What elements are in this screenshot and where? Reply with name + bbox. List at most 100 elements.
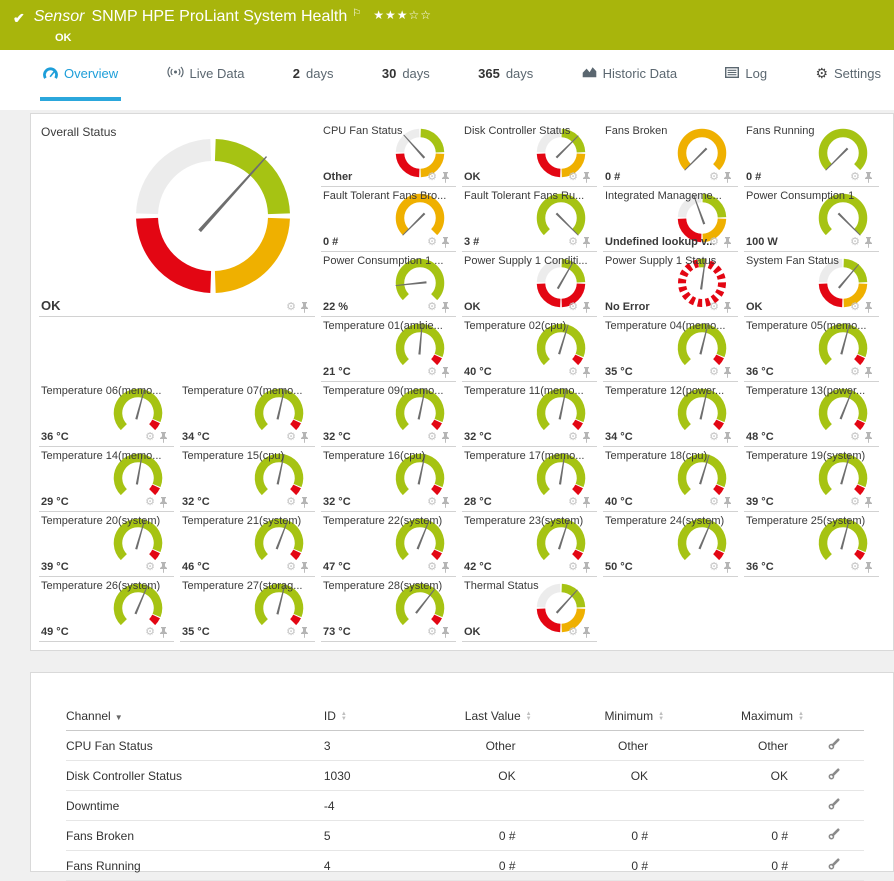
pin-icon[interactable] [864,432,873,443]
gear-icon[interactable]: ⚙ [568,302,578,313]
column-header-id[interactable]: ID▲▼ [324,703,383,731]
tab-settings[interactable]: ⚙Settings [812,50,884,101]
pin-icon[interactable] [864,237,873,248]
pin-icon[interactable] [864,497,873,508]
flag-icon[interactable]: ⚐ [352,4,361,24]
pin-icon[interactable] [582,367,591,378]
pin-icon[interactable] [441,237,450,248]
pin-icon[interactable] [159,432,168,443]
gear-icon[interactable]: ⚙ [427,302,437,313]
pin-icon[interactable] [723,562,732,573]
channel-settings-icon[interactable] [828,828,840,840]
gear-icon[interactable]: ⚙ [709,432,719,443]
gear-icon[interactable]: ⚙ [568,562,578,573]
channel-settings-icon[interactable] [828,738,840,750]
gear-icon[interactable]: ⚙ [427,367,437,378]
gear-icon[interactable]: ⚙ [850,237,860,248]
pin-icon[interactable] [441,627,450,638]
gear-icon[interactable]: ⚙ [286,432,296,443]
gear-icon[interactable]: ⚙ [709,497,719,508]
gear-icon[interactable]: ⚙ [850,432,860,443]
gear-icon[interactable]: ⚙ [286,497,296,508]
tab-log[interactable]: Log [722,50,770,101]
pin-icon[interactable] [723,497,732,508]
pin-icon[interactable] [441,172,450,183]
pin-icon[interactable] [582,562,591,573]
gear-icon[interactable]: ⚙ [427,237,437,248]
pin-icon[interactable] [300,497,309,508]
gear-icon[interactable]: ⚙ [145,497,155,508]
pin-icon[interactable] [723,172,732,183]
tab-live-data[interactable]: Live Data [164,50,248,101]
gear-icon[interactable]: ⚙ [850,172,860,183]
gear-icon[interactable]: ⚙ [286,627,296,638]
pin-icon[interactable] [441,497,450,508]
tab-30-days[interactable]: 30days [379,50,433,101]
pin-icon[interactable] [300,627,309,638]
gear-icon[interactable]: ⚙ [145,562,155,573]
pin-icon[interactable] [582,497,591,508]
gear-icon[interactable]: ⚙ [568,367,578,378]
pin-icon[interactable] [864,562,873,573]
channel-settings-icon[interactable] [828,798,840,810]
gear-icon[interactable]: ⚙ [427,562,437,573]
channel-settings-icon[interactable] [828,858,840,870]
pin-icon[interactable] [582,237,591,248]
pin-icon[interactable] [159,627,168,638]
pin-icon[interactable] [582,302,591,313]
pin-icon[interactable] [723,237,732,248]
gear-icon[interactable]: ⚙ [427,432,437,443]
tab-overview[interactable]: Overview [40,50,121,101]
pin-icon[interactable] [582,627,591,638]
gear-icon[interactable]: ⚙ [568,627,578,638]
pin-icon[interactable] [864,172,873,183]
gear-icon[interactable]: ⚙ [568,432,578,443]
gear-icon[interactable]: ⚙ [286,302,296,313]
pin-icon[interactable] [864,302,873,313]
pin-icon[interactable] [159,562,168,573]
gear-icon[interactable]: ⚙ [145,432,155,443]
gear-icon[interactable]: ⚙ [568,237,578,248]
tab-2-days[interactable]: 2days [290,50,337,101]
gear-icon[interactable]: ⚙ [709,302,719,313]
pin-icon[interactable] [300,302,309,313]
pin-icon[interactable] [441,432,450,443]
column-header-minimum[interactable]: Minimum▲▼ [532,703,664,731]
priority-stars[interactable]: ★★★☆☆ [373,5,432,25]
gear-icon[interactable]: ⚙ [145,627,155,638]
column-header-maximum[interactable]: Maximum▲▼ [664,703,804,731]
gear-icon[interactable]: ⚙ [427,627,437,638]
pin-icon[interactable] [441,302,450,313]
gear-icon[interactable]: ⚙ [709,367,719,378]
gear-icon[interactable]: ⚙ [850,562,860,573]
gauge-title: Thermal Status [464,580,539,592]
gear-icon[interactable]: ⚙ [568,172,578,183]
gear-icon[interactable]: ⚙ [709,562,719,573]
gear-icon[interactable]: ⚙ [568,497,578,508]
channel-settings-icon[interactable] [828,768,840,780]
pin-icon[interactable] [159,497,168,508]
pin-icon[interactable] [864,367,873,378]
gear-icon[interactable]: ⚙ [709,172,719,183]
gear-icon[interactable]: ⚙ [709,237,719,248]
column-header-last-value[interactable]: Last Value▲▼ [383,703,531,731]
gear-icon[interactable]: ⚙ [427,172,437,183]
gear-icon[interactable]: ⚙ [286,562,296,573]
pin-icon[interactable] [300,562,309,573]
gauge-icon [43,66,58,82]
tab-365-days[interactable]: 365days [475,50,536,101]
pin-icon[interactable] [441,367,450,378]
pin-icon[interactable] [441,562,450,573]
pin-icon[interactable] [723,432,732,443]
gear-icon[interactable]: ⚙ [850,497,860,508]
tab-historic-data[interactable]: Historic Data [579,50,680,101]
pin-icon[interactable] [723,302,732,313]
pin-icon[interactable] [300,432,309,443]
gear-icon[interactable]: ⚙ [427,497,437,508]
gear-icon[interactable]: ⚙ [850,302,860,313]
gear-icon[interactable]: ⚙ [850,367,860,378]
pin-icon[interactable] [582,432,591,443]
pin-icon[interactable] [582,172,591,183]
column-header-channel[interactable]: Channel▼ [66,703,324,731]
pin-icon[interactable] [723,367,732,378]
